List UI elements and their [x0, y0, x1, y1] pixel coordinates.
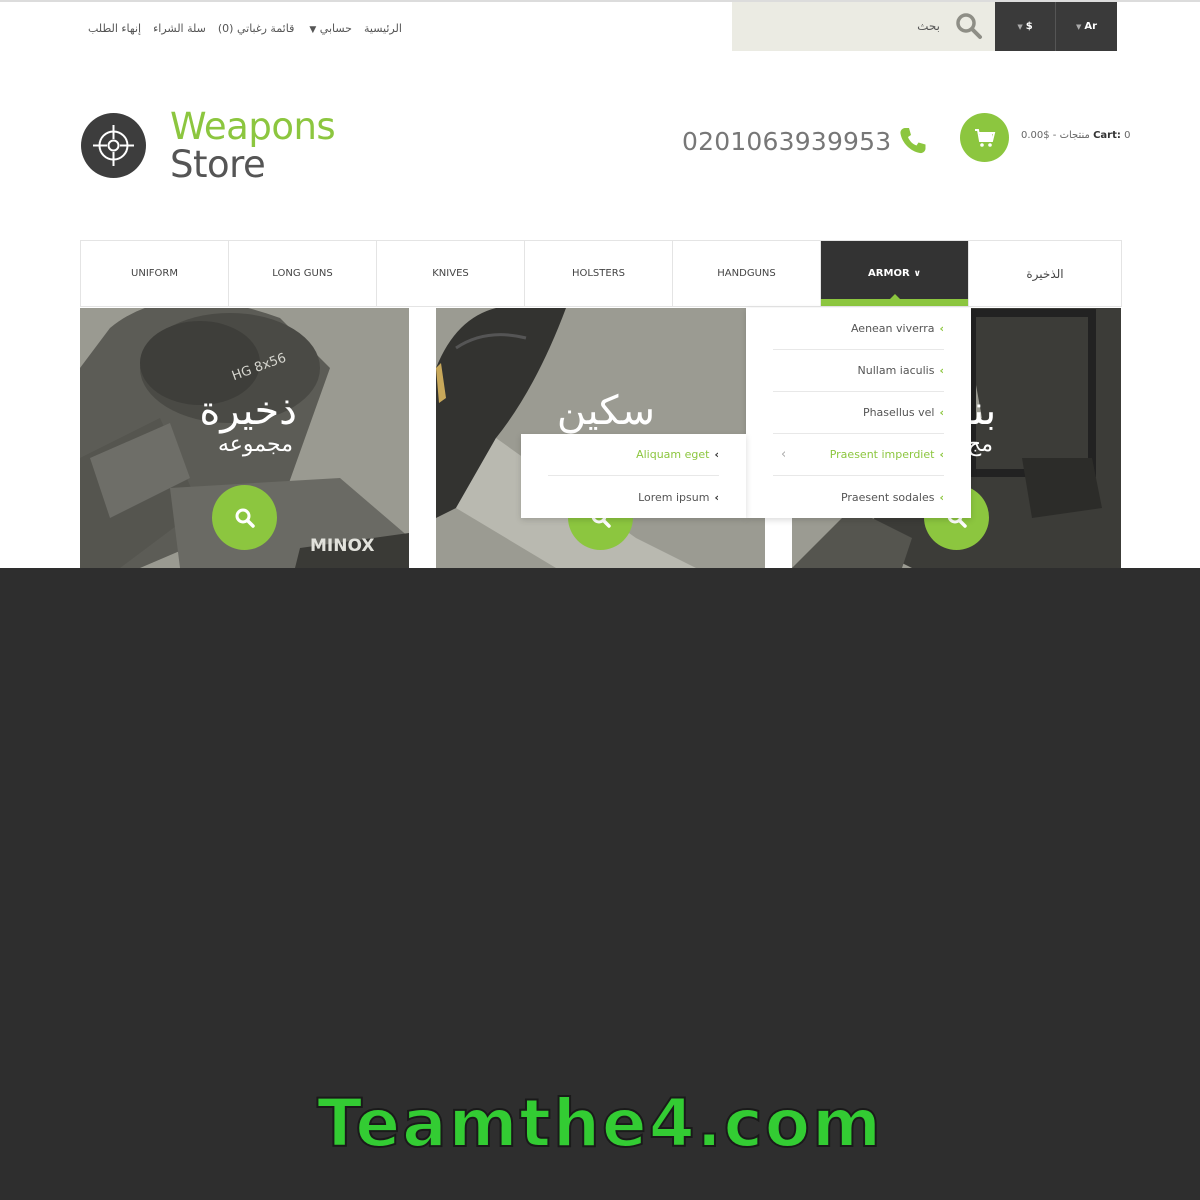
menu-item-label: Aenean viverra: [850, 322, 935, 335]
menu-item-label: Praesent sodales: [840, 490, 935, 504]
menu-item-label: Phasellus vel: [862, 406, 935, 419]
language-selector[interactable]: ▼ Ar: [1056, 2, 1117, 51]
submenu-item-label: Aliquam eget: [636, 448, 710, 461]
caret-down-icon: ▼: [1017, 22, 1023, 31]
top-links: إنهاء الطلب سلة الشراء قائمة رغباتي (0) …: [88, 18, 402, 38]
banner-search-button[interactable]: [212, 485, 277, 550]
cart-summary[interactable]: منتجات - $0.00 Cart: 0: [1021, 130, 1130, 141]
cart-icon: [974, 128, 995, 147]
account-link[interactable]: ▼ حسابي: [306, 22, 352, 35]
chevron-down-icon: ∨: [913, 268, 921, 279]
armor-dropdown-menu: Aenean viverra ‹ Nullam iaculis ‹ Phasellu…: [746, 308, 971, 518]
logo-crosshair-icon[interactable]: [81, 113, 146, 178]
chevron-left-icon: ‹: [781, 447, 787, 462]
binoculars-label-2: MINOX: [310, 536, 375, 556]
search-box: [732, 2, 995, 51]
watermark-text: Teamthe4.com: [316, 1084, 883, 1163]
nav-item-ammo[interactable]: الذخيرة: [969, 241, 1121, 306]
armor-submenu: Aliquam eget ‹ Lorem ipsum ‹: [521, 434, 746, 518]
chevron-left-icon: ‹: [939, 490, 944, 504]
chevron-left-icon: ‹: [939, 322, 944, 335]
banner-ammo[interactable]: HG 8x56 MINOX ذخيرة مجموعه: [80, 308, 409, 568]
banner-subtitle: مجموعه: [218, 432, 293, 457]
cart-link[interactable]: سلة الشراء: [153, 22, 206, 35]
chevron-left-icon: ‹: [714, 448, 719, 461]
language-label: Ar: [1084, 21, 1098, 32]
active-pointer: [889, 294, 900, 299]
nav-item-holsters[interactable]: HOLSTERS: [525, 241, 673, 306]
checkout-link[interactable]: إنهاء الطلب: [88, 22, 141, 35]
menu-item-label: Nullam iaculis: [857, 364, 935, 377]
caret-down-icon: ▼: [1075, 22, 1082, 31]
caret-down-icon: ▼: [309, 24, 317, 35]
banner-title: سكين: [556, 388, 655, 434]
logo-line-2: Store: [170, 143, 266, 186]
menu-item[interactable]: Aenean viverra ‹: [773, 308, 944, 350]
crosshair-icon: [93, 125, 134, 166]
banner-title: ذخيرة: [199, 388, 297, 434]
logo-line-1: Weapons: [170, 105, 336, 148]
chevron-left-icon: ‹: [939, 364, 944, 377]
submenu-item-active[interactable]: Aliquam eget ‹: [548, 434, 719, 476]
currency-selector[interactable]: ▼ $: [995, 2, 1056, 51]
phone-icon: [900, 128, 926, 154]
website-frame: إنهاء الطلب سلة الشراء قائمة رغباتي (0) …: [0, 0, 1200, 568]
account-link-label: حسابي: [319, 21, 352, 35]
wishlist-link[interactable]: قائمة رغباتي (0): [218, 22, 294, 35]
menu-item-active[interactable]: ‹ Praesent imperdiet ‹: [773, 434, 944, 476]
cart-label: Cart:: [1093, 130, 1121, 141]
search-input[interactable]: [740, 14, 940, 38]
cart-summary-text: منتجات - $0.00: [1021, 130, 1090, 141]
chevron-left-icon: ‹: [939, 448, 944, 461]
chevron-left-icon: ‹: [939, 406, 944, 419]
currency-label: $: [1025, 21, 1033, 32]
search-icon: [956, 13, 982, 39]
submenu-item-label: Lorem ipsum: [638, 490, 710, 504]
chevron-left-icon: ‹: [714, 490, 719, 504]
search-icon: [235, 508, 255, 528]
nav-item-armor-label: ARMOR: [868, 268, 910, 279]
menu-item-label: Praesent imperdiet: [829, 448, 935, 461]
nav-item-handguns[interactable]: HANDGUNS: [673, 241, 821, 306]
phone-contact: 0201063939953: [682, 124, 929, 158]
menu-item[interactable]: Phasellus vel ‹: [773, 392, 944, 434]
cart-button[interactable]: [960, 113, 1009, 162]
phone-number: 0201063939953: [682, 126, 892, 156]
nav-item-knives[interactable]: KNIVES: [377, 241, 525, 306]
cart-count: 0: [1124, 130, 1131, 141]
search-button[interactable]: [953, 10, 985, 42]
menu-item[interactable]: Praesent sodales ‹: [773, 476, 944, 518]
submenu-item[interactable]: Lorem ipsum ‹: [548, 476, 719, 518]
nav-item-armor[interactable]: ARMOR ∨: [821, 241, 969, 306]
home-link[interactable]: الرئيسية: [364, 22, 402, 35]
main-nav: UNIFORM LONG GUNS KNIVES HOLSTERS HANDGU…: [80, 240, 1122, 307]
nav-item-long-guns[interactable]: LONG GUNS: [229, 241, 377, 306]
menu-item[interactable]: Nullam iaculis ‹: [773, 350, 944, 392]
nav-item-uniform[interactable]: UNIFORM: [81, 241, 229, 306]
logo-text[interactable]: Weapons Store: [170, 105, 336, 186]
